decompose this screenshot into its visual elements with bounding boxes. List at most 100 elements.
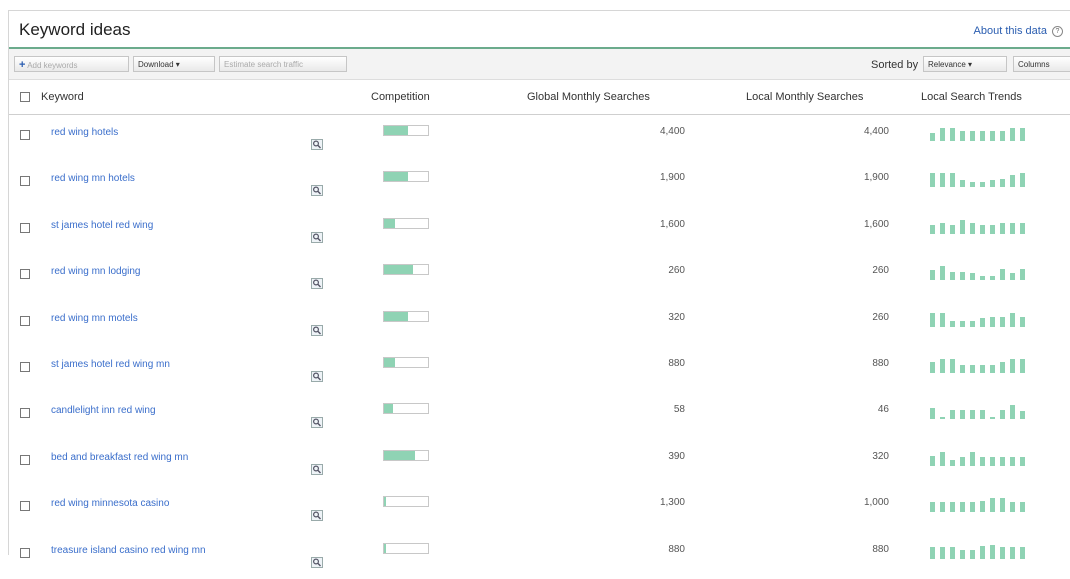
- trend-bar: [1000, 547, 1005, 559]
- competition-bar: [383, 496, 429, 508]
- search-preview-icon[interactable]: [311, 139, 323, 150]
- competition-bar-fill: [384, 218, 395, 228]
- search-preview-icon[interactable]: [311, 231, 323, 243]
- select-all-checkbox[interactable]: [20, 92, 30, 102]
- global-monthly-searches: 4,400: [659, 126, 685, 137]
- estimate-traffic-button[interactable]: Estimate search traffic: [219, 56, 347, 72]
- trend-bar: [940, 416, 945, 420]
- keyword-link[interactable]: red wing minnesota casino: [51, 498, 169, 509]
- local-monthly-searches: 880: [872, 543, 889, 555]
- row-checkbox[interactable]: [20, 454, 30, 465]
- table-row: red wing hotels 4,400 4,400: [9, 115, 1070, 161]
- keyword-link[interactable]: red wing mn lodging: [51, 266, 141, 277]
- row-checkbox[interactable]: [20, 269, 30, 280]
- local-monthly-searches: 260: [872, 265, 889, 277]
- trend-bar: [930, 547, 935, 559]
- trend-bar: [990, 457, 995, 466]
- col-local-search-trends[interactable]: Local Search Trends: [921, 91, 1022, 103]
- global-monthly-searches: 1,300: [659, 497, 685, 509]
- competition-bar-fill: [384, 358, 395, 367]
- competition-bar: [383, 403, 429, 415]
- add-keywords-button[interactable]: + Add keywords: [14, 56, 129, 72]
- row-checkbox[interactable]: [20, 130, 30, 140]
- search-preview-icon[interactable]: [311, 510, 323, 522]
- trend-bar: [980, 131, 985, 141]
- trend-bar: [970, 550, 975, 559]
- row-checkbox[interactable]: [20, 362, 30, 372]
- trend-bar: [1000, 222, 1005, 234]
- trend-bar: [960, 364, 965, 373]
- trend-bar: [930, 312, 935, 327]
- keyword-link[interactable]: red wing mn hotels: [51, 173, 135, 184]
- keyword-link[interactable]: candlelight inn red wing: [51, 405, 156, 416]
- trend-bar: [950, 359, 955, 373]
- search-preview-icon[interactable]: [311, 417, 323, 429]
- trend-bar: [960, 219, 965, 234]
- trend-bar: [930, 502, 935, 513]
- local-search-trend-sparkline: [930, 405, 1040, 420]
- col-global-monthly-searches[interactable]: Global Monthly Searches: [527, 91, 650, 103]
- page-title: Keyword ideas: [19, 20, 131, 39]
- table-row: bed and breakfast red wing mn 390 320: [9, 440, 1070, 486]
- columns-button[interactable]: Columns: [1013, 56, 1070, 72]
- trend-bar: [980, 181, 985, 188]
- row-checkbox[interactable]: [20, 547, 30, 558]
- local-search-trend-sparkline: [930, 451, 1040, 466]
- trend-bar: [990, 416, 995, 420]
- keyword-link[interactable]: bed and breakfast red wing mn: [51, 452, 188, 463]
- trend-bar: [990, 131, 995, 141]
- search-preview-icon[interactable]: [311, 324, 323, 336]
- trend-bar: [1000, 457, 1005, 466]
- trend-bar: [1020, 173, 1025, 188]
- download-button[interactable]: Download ▾: [133, 56, 215, 72]
- search-preview-icon[interactable]: [311, 278, 323, 290]
- trend-bar: [970, 364, 975, 373]
- row-checkbox[interactable]: [20, 176, 30, 187]
- trend-bar: [940, 451, 945, 466]
- keyword-link[interactable]: st james hotel red wing: [51, 220, 153, 231]
- row-checkbox[interactable]: [20, 222, 30, 233]
- local-search-trend-sparkline: [930, 173, 1040, 188]
- row-checkbox[interactable]: [20, 408, 30, 419]
- trend-bar: [940, 222, 945, 234]
- trend-bar: [940, 128, 945, 141]
- keyword-link[interactable]: st james hotel red wing mn: [51, 359, 170, 370]
- search-preview-icon[interactable]: [311, 371, 323, 382]
- row-checkbox[interactable]: [20, 501, 30, 512]
- trend-bar: [990, 316, 995, 327]
- sort-select[interactable]: Relevance ▾: [923, 56, 1007, 72]
- search-preview-icon[interactable]: [311, 463, 323, 475]
- local-monthly-searches: 260: [872, 311, 889, 323]
- trend-bar: [940, 359, 945, 373]
- col-competition[interactable]: Competition: [371, 91, 430, 103]
- help-icon: ?: [1052, 26, 1063, 37]
- about-data-link[interactable]: About this data ?: [974, 25, 1063, 37]
- table-row: st james hotel red wing mn 880 880: [9, 347, 1070, 393]
- search-preview-icon[interactable]: [311, 185, 323, 197]
- global-monthly-searches: 390: [668, 450, 685, 462]
- trend-bar: [930, 132, 935, 141]
- row-checkbox[interactable]: [20, 315, 30, 326]
- trend-bar: [950, 409, 955, 420]
- local-monthly-searches: 1,600: [863, 218, 889, 230]
- trend-bar: [1020, 411, 1025, 420]
- col-local-monthly-searches[interactable]: Local Monthly Searches: [746, 91, 863, 103]
- panel-header: Keyword ideas About this data ?: [9, 11, 1070, 49]
- trend-bar: [950, 547, 955, 559]
- table-row: red wing mn hotels 1,900 1,900: [9, 161, 1070, 207]
- search-preview-icon[interactable]: [311, 556, 323, 568]
- trend-bar: [950, 225, 955, 234]
- competition-bar: [383, 171, 429, 183]
- competition-bar: [383, 217, 429, 229]
- col-keyword[interactable]: Keyword: [41, 91, 84, 103]
- keyword-link[interactable]: red wing mn motels: [51, 313, 138, 324]
- competition-bar: [383, 357, 429, 368]
- trend-bar: [1020, 457, 1025, 466]
- competition-bar-fill: [384, 543, 387, 553]
- trend-bar: [950, 502, 955, 513]
- trend-bar: [990, 180, 995, 188]
- keyword-link[interactable]: red wing hotels: [51, 127, 118, 138]
- keyword-ideas-panel: Keyword ideas About this data ? + Add ke…: [8, 10, 1070, 568]
- toolbar: + Add keywords Download ▾ Estimate searc…: [9, 49, 1070, 80]
- competition-bar-fill: [384, 404, 393, 414]
